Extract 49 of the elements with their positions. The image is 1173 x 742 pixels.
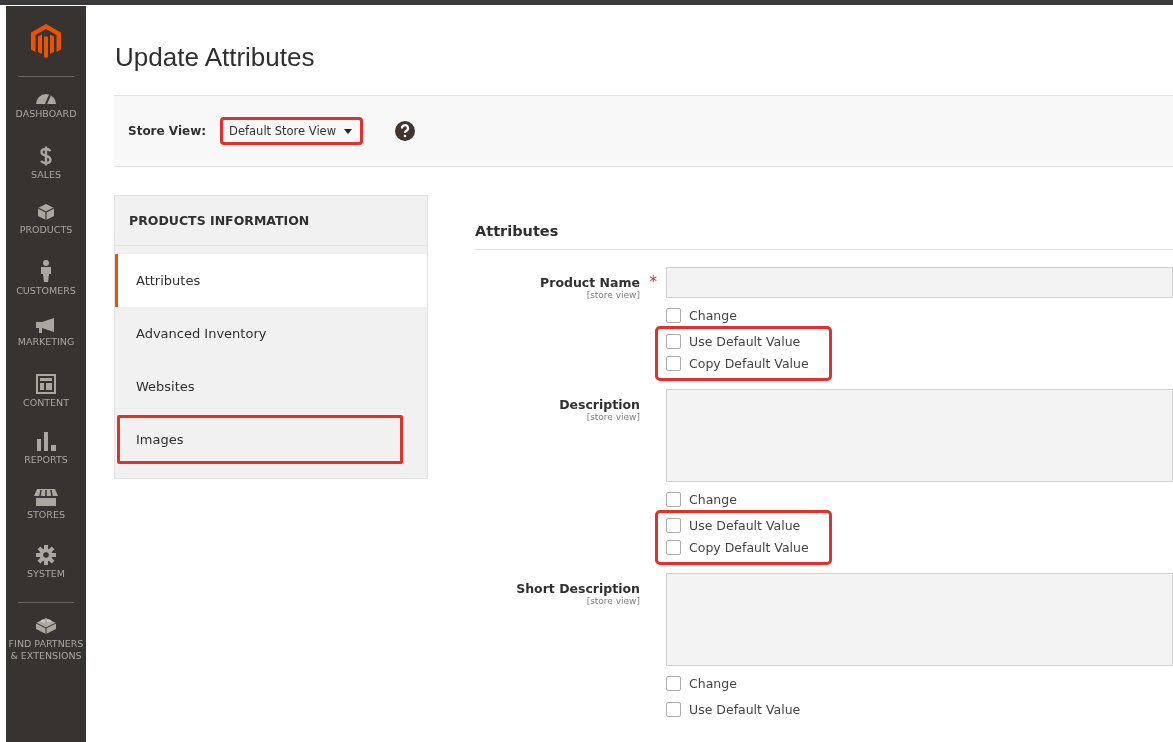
nav-item[interactable]: PRODUCTS	[6, 203, 86, 257]
layout-icon	[36, 374, 56, 394]
checkbox-option[interactable]: Change	[666, 488, 737, 510]
nav-item[interactable]: REPORTS	[6, 431, 86, 485]
section-title: Attributes	[475, 223, 1173, 250]
checkbox-option[interactable]: Change	[666, 672, 737, 694]
page-title: Update Attributes	[115, 42, 316, 73]
logo-icon[interactable]	[31, 24, 61, 58]
tab[interactable]: Websites	[115, 360, 427, 413]
storefront-icon	[34, 488, 58, 506]
field-label: Description	[559, 397, 640, 412]
scope-label: [store view]	[585, 290, 640, 300]
nav-item[interactable]: CUSTOMERS	[6, 260, 86, 314]
nav-item[interactable]: STORES	[6, 488, 86, 542]
nav-item[interactable]: SALES	[6, 146, 86, 200]
textarea-field[interactable]	[666, 389, 1173, 482]
brick-icon	[35, 615, 57, 635]
store-view-label: Store View:	[128, 124, 207, 138]
megaphone-icon	[35, 317, 57, 333]
tab[interactable]: Advanced Inventory	[115, 307, 427, 360]
nav-item[interactable]: FIND PARTNERS & EXTENSIONS	[8, 615, 84, 669]
nav-item[interactable]: MARKETING	[6, 317, 86, 371]
box-icon	[37, 203, 55, 221]
store-view-dropdown[interactable]: Default Store View	[220, 117, 364, 145]
gear-icon	[36, 545, 56, 565]
textarea-field[interactable]	[666, 573, 1173, 666]
person-icon	[40, 260, 52, 282]
dollar-icon	[40, 146, 52, 166]
checkbox-option[interactable]: Change	[666, 304, 737, 326]
tab[interactable]: Attributes	[115, 254, 427, 307]
tabs-title: PRODUCTS INFORMATION	[115, 196, 427, 246]
scope-label: [store view]	[585, 412, 640, 422]
help-icon[interactable]	[395, 121, 416, 141]
checkbox-option[interactable]: Use Default Value	[666, 514, 801, 536]
field-label: Product Name	[540, 275, 640, 290]
bar-chart-icon	[36, 431, 56, 451]
field-label: Short Description	[516, 581, 640, 596]
checkbox-option[interactable]: Use Default Value	[666, 330, 801, 352]
tab[interactable]: Images	[115, 413, 405, 466]
required-mark: *	[649, 273, 657, 291]
input-field[interactable]	[666, 267, 1173, 298]
checkbox-option[interactable]: Use Default Value	[666, 698, 801, 720]
scope-label: [store view]	[585, 596, 640, 606]
nav-item[interactable]: CONTENT	[6, 374, 86, 428]
checkbox-option[interactable]: Copy Default Value	[666, 536, 809, 558]
nav-item[interactable]: DASHBOARD	[6, 89, 86, 143]
nav-item[interactable]: SYSTEM	[6, 545, 86, 599]
caret-icon	[344, 128, 353, 134]
checkbox-option[interactable]: Copy Default Value	[666, 352, 809, 374]
